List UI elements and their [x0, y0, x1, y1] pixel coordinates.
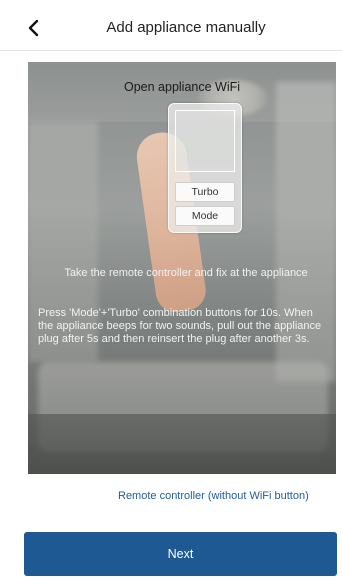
- remote-without-wifi-link[interactable]: Remote controller (without WiFi button): [118, 490, 309, 502]
- instruction-detail-text: Press 'Mode'+'Turbo' combination buttons…: [38, 307, 322, 345]
- remote-controller-image: Turbo Mode: [168, 103, 242, 233]
- header: Add appliance manually: [0, 0, 342, 56]
- remote-screen: [175, 110, 235, 172]
- chevron-left-icon: [28, 19, 39, 37]
- next-button[interactable]: Next: [24, 532, 337, 576]
- instruction-main-text: Take the remote controller and fix at th…: [64, 267, 308, 279]
- remote-mode-button: Mode: [175, 206, 235, 226]
- page-title: Add appliance manually: [106, 19, 266, 36]
- illustration-title: Open appliance WiFi: [123, 80, 241, 94]
- remote-turbo-button: Turbo: [175, 182, 235, 202]
- add-appliance-screen: Add appliance manually Open appliance Wi…: [0, 0, 342, 585]
- header-divider: [0, 50, 342, 51]
- instruction-illustration: Open appliance WiFi Turbo Mode Take the …: [28, 62, 336, 474]
- back-button[interactable]: [20, 14, 48, 42]
